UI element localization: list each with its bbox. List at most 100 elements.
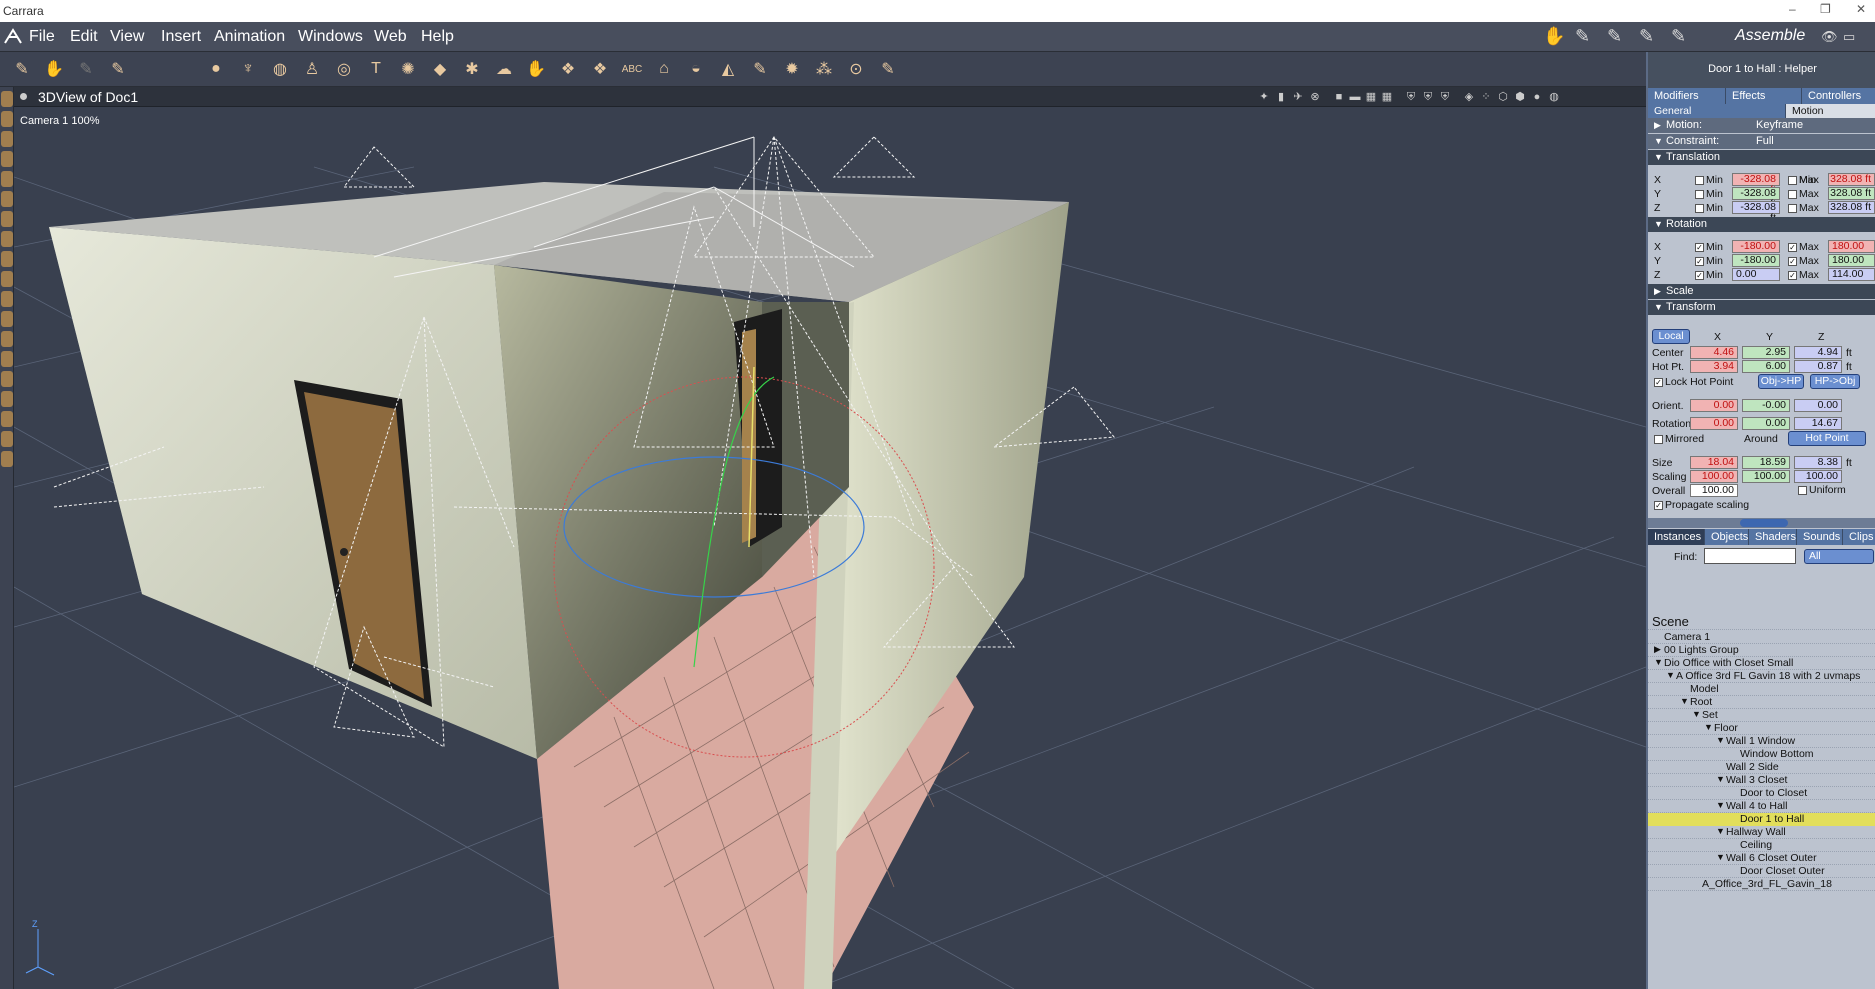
rotation-section[interactable]: ▼ Rotation <box>1648 217 1875 232</box>
three-views-icon[interactable]: ▦ <box>1364 90 1378 104</box>
uniform-checkbox[interactable] <box>1798 486 1807 495</box>
tree-item-scene[interactable]: Scene <box>1648 614 1875 630</box>
min-checkbox[interactable]: ✓ <box>1695 257 1704 266</box>
globe-icon[interactable]: ◍ <box>268 57 292 81</box>
tab-motion[interactable]: Motion <box>1786 104 1875 118</box>
collapse-icon[interactable]: ▼ <box>1716 826 1725 836</box>
tool-icon[interactable] <box>1 111 13 127</box>
tool-icon[interactable] <box>1 131 13 147</box>
orient-y-field[interactable]: -0.00 <box>1742 399 1790 412</box>
rotation-y-min[interactable]: -180.00 <box>1732 254 1780 267</box>
collapse-icon[interactable]: ▼ <box>1716 800 1725 810</box>
tool-icon[interactable] <box>1 271 13 287</box>
figure-icon[interactable]: ♙ <box>300 57 324 81</box>
center-x-field[interactable]: 4.46 <box>1690 346 1738 359</box>
tab-instances[interactable]: Instances <box>1648 529 1705 545</box>
center-z-field[interactable]: 4.94 <box>1794 346 1842 359</box>
textured-sphere-icon[interactable]: ◍ <box>1547 90 1561 104</box>
text-icon[interactable]: T <box>364 57 388 81</box>
window-icon[interactable]: ▭ <box>1843 29 1867 51</box>
menu-animation[interactable]: Animation <box>214 28 285 46</box>
tab-sounds[interactable]: Sounds <box>1797 529 1843 545</box>
max-checkbox[interactable]: ✓ <box>1788 271 1797 280</box>
tree-item-door-1-to-hall[interactable]: Door 1 to Hall <box>1648 813 1875 826</box>
tree-item-dio-office[interactable]: ▼ Dio Office with Closet Small <box>1648 657 1875 670</box>
spotlight-icon[interactable]: ✎ <box>748 57 772 81</box>
center-y-field[interactable]: 2.95 <box>1742 346 1790 359</box>
wire-icon[interactable]: ⬡ <box>1496 90 1510 104</box>
collapse-icon[interactable]: ▼ <box>1654 657 1663 667</box>
collapse-icon[interactable]: ▼ <box>1692 709 1701 719</box>
bbox-icon[interactable]: ◈ <box>1462 90 1476 104</box>
tree-item-set[interactable]: ▼ Set <box>1648 709 1875 722</box>
collapse-icon[interactable]: ▼ <box>1716 852 1725 862</box>
max-checkbox[interactable]: ✓ <box>1788 257 1797 266</box>
tree-item-wall-3[interactable]: ▼ Wall 3 Closet <box>1648 774 1875 787</box>
max-checkbox[interactable]: ✓ <box>1788 243 1797 252</box>
tool-icon[interactable] <box>1 291 13 307</box>
min-checkbox[interactable]: ✓ <box>1695 271 1704 280</box>
flat-icon[interactable]: ⬢ <box>1513 90 1527 104</box>
hand-object-icon[interactable]: ✋ <box>524 57 548 81</box>
model-room-icon[interactable]: ✎ <box>1575 26 1599 48</box>
tree-item-model[interactable]: Model <box>1648 683 1875 696</box>
hp-to-obj-button[interactable]: HP->Obj <box>1810 374 1860 389</box>
rotation-x-min[interactable]: -180.00 <box>1732 240 1780 253</box>
find-input[interactable] <box>1704 548 1796 564</box>
replicator-icon[interactable]: ❖ <box>588 57 612 81</box>
tree-item-floor[interactable]: ▼ Floor <box>1648 722 1875 735</box>
translation-x-min[interactable]: -328.08 ft <box>1732 173 1780 196</box>
menu-windows[interactable]: Windows <box>298 28 363 46</box>
storyboard-room-icon[interactable]: ✎ <box>1607 26 1631 48</box>
rotate-tool-icon[interactable]: ✎ <box>74 57 98 81</box>
scale-section[interactable]: ▶ Scale <box>1648 284 1875 299</box>
obj-to-hp-button[interactable]: Obj->HP <box>1758 374 1804 389</box>
panel-splitter[interactable] <box>1648 518 1875 528</box>
overall-field[interactable]: 100.00 <box>1690 484 1738 497</box>
lock-hot-point-checkbox[interactable]: ✓ <box>1654 378 1663 387</box>
assemble-room-icon[interactable]: ✋ <box>1543 26 1567 48</box>
min-checkbox[interactable]: ✓ <box>1695 243 1704 252</box>
menu-web[interactable]: Web <box>374 28 407 46</box>
menu-edit[interactable]: Edit <box>70 28 98 46</box>
collapse-icon[interactable]: ▼ <box>1666 670 1675 680</box>
tool-icon[interactable] <box>1 231 13 247</box>
tree-item-root[interactable]: ▼ Root <box>1648 696 1875 709</box>
splitter-handle[interactable] <box>1740 519 1788 527</box>
tool-icon[interactable] <box>1 311 13 327</box>
min-checkbox[interactable] <box>1695 190 1704 199</box>
house-icon[interactable]: ⌂ <box>652 57 676 81</box>
space-dropdown[interactable]: Local <box>1652 329 1690 344</box>
bone-icon[interactable]: ✎ <box>876 57 900 81</box>
plane-icon[interactable]: ◆ <box>428 57 452 81</box>
tab-shaders[interactable]: Shaders <box>1749 529 1797 545</box>
tool-icon[interactable] <box>1 251 13 267</box>
tree-item-wall-4[interactable]: ▼ Wall 4 to Hall <box>1648 800 1875 813</box>
tool-icon[interactable] <box>1 191 13 207</box>
shield3-icon[interactable]: ⛨ <box>1438 90 1452 104</box>
shield-icon[interactable]: ⛨ <box>1404 90 1418 104</box>
min-checkbox[interactable] <box>1695 176 1704 185</box>
menu-view[interactable]: View <box>110 28 144 46</box>
minimize-icon[interactable]: – <box>1789 2 1796 16</box>
tool-icon[interactable] <box>1 431 13 447</box>
rotation-x-max[interactable]: 180.00 <box>1828 240 1875 253</box>
tree-item-lights-group[interactable]: ▶ 00 Lights Group <box>1648 644 1875 657</box>
max-checkbox[interactable] <box>1788 176 1797 185</box>
tree-item-hallway-wall[interactable]: ▼ Hallway Wall <box>1648 826 1875 839</box>
menu-file[interactable]: File <box>29 28 55 46</box>
tree-item-wall-6[interactable]: ▼ Wall 6 Closet Outer <box>1648 852 1875 865</box>
lamp-icon[interactable]: ◭ <box>716 57 740 81</box>
points-icon[interactable]: ⁘ <box>1479 90 1493 104</box>
move-tool-icon[interactable]: ✎ <box>10 57 34 81</box>
menu-help[interactable]: Help <box>421 28 454 46</box>
translation-y-min[interactable]: -328.08 ft <box>1732 187 1780 210</box>
light-icon[interactable]: ▮ <box>1274 90 1288 104</box>
group-icon[interactable]: ⁂ <box>812 57 836 81</box>
rotation-z-min[interactable]: 0.00 <box>1732 268 1780 281</box>
close-icon[interactable]: ✕ <box>1856 2 1866 16</box>
collapse-icon[interactable]: ▼ <box>1680 696 1689 706</box>
tree-item-ceiling[interactable]: Ceiling <box>1648 839 1875 852</box>
viewport-menu-icon[interactable] <box>20 93 27 100</box>
constraint-value[interactable]: Full <box>1756 135 1774 147</box>
